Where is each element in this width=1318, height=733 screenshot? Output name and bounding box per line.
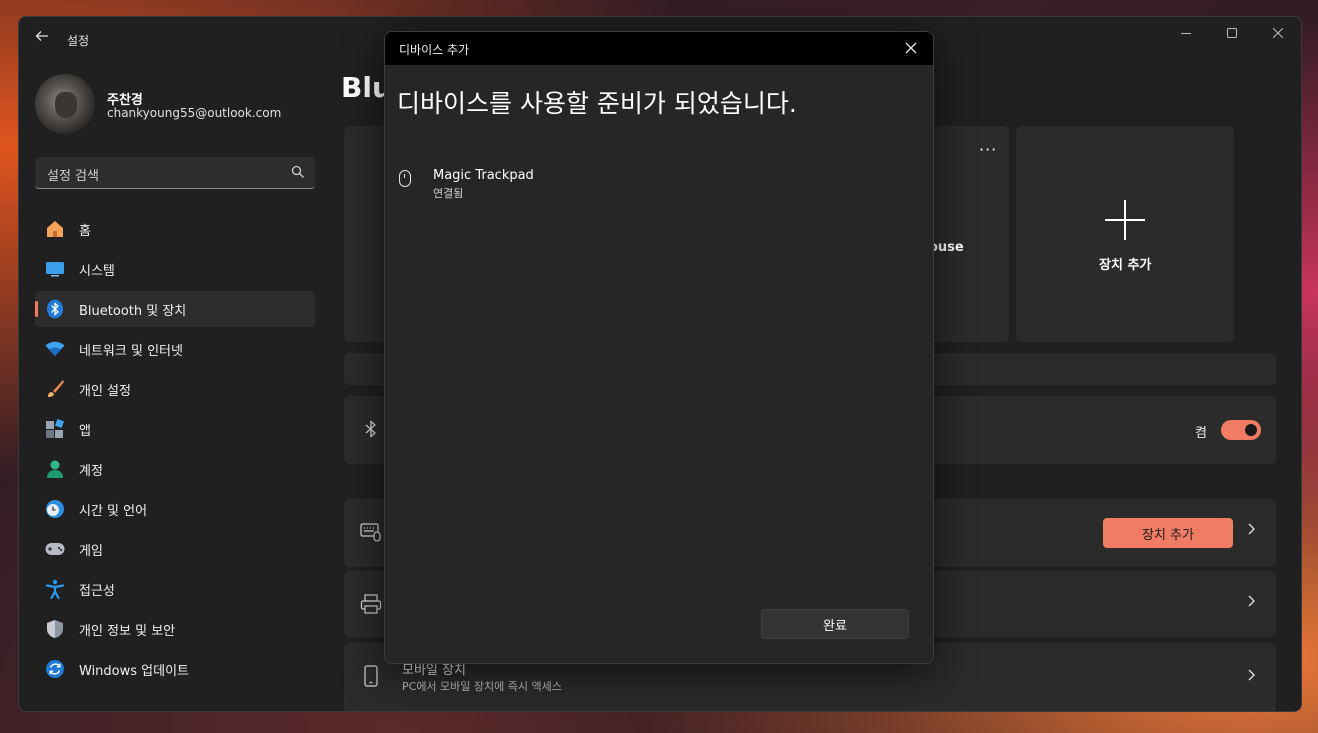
sidebar-item-apps[interactable]: 앱 [35,411,315,447]
sidebar-item-privacy[interactable]: 개인 정보 및 보안 [35,611,315,647]
sidebar-item-network[interactable]: 네트워크 및 인터넷 [35,331,315,367]
update-icon [45,659,65,679]
sidebar-item-windows-update[interactable]: Windows 업데이트 [35,651,315,687]
sidebar-item-bluetooth[interactable]: Bluetooth 및 장치 [35,291,315,327]
sidebar-item-label: 네트워크 및 인터넷 [79,343,183,359]
back-arrow-icon [35,31,48,41]
add-device-dialog: 디바이스 추가 디바이스를 사용할 준비가 되었습니다. Magic Track… [384,31,934,664]
chevron-right-icon[interactable] [1246,521,1256,540]
minimize-button[interactable] [1163,17,1209,49]
mouse-icon [399,170,411,187]
sidebar-item-label: 앱 [79,423,91,439]
search-placeholder: 설정 검색 [47,169,99,184]
sidebar-item-system[interactable]: 시스템 [35,251,315,287]
minimize-icon [1181,33,1191,34]
dialog-title: 디바이스 추가 [399,43,470,57]
bluetooth-toggle[interactable] [1221,420,1261,440]
plus-icon [1105,200,1145,240]
window-controls [1163,17,1301,49]
maximize-button[interactable] [1209,17,1255,49]
dialog-close-button[interactable] [901,39,921,59]
sidebar-item-label: 계정 [79,463,103,479]
sidebar-item-time-language[interactable]: 시간 및 언어 [35,491,315,527]
printer-icon [360,594,382,614]
maximize-icon [1227,28,1237,38]
sidebar-item-label: 시간 및 언어 [79,503,148,519]
close-icon [1273,28,1283,38]
add-device-button[interactable]: 장치 추가 [1103,518,1233,548]
dialog-heading: 디바이스를 사용할 준비가 되었습니다. [397,89,797,118]
sidebar-item-label: 홈 [79,223,91,239]
search-icon [291,165,304,178]
sidebar-item-label: Bluetooth 및 장치 [79,303,187,319]
sidebar-item-label: 개인 정보 및 보안 [79,623,176,639]
bluetooth-icon [45,299,65,319]
avatar[interactable] [35,74,95,134]
clock-globe-icon [45,499,65,519]
account-icon [45,459,65,479]
sidebar-item-accounts[interactable]: 계정 [35,451,315,487]
keyboard-mouse-icon [360,523,381,542]
sidebar-item-gaming[interactable]: 게임 [35,531,315,567]
system-icon [45,259,65,279]
search-input[interactable]: 설정 검색 [35,157,315,189]
back-button[interactable] [33,29,51,47]
dialog-body [385,65,933,663]
connected-device-item[interactable]: Magic Trackpad 연결됨 [399,168,799,202]
sidebar-item-label: 접근성 [79,583,115,599]
sidebar-item-accessibility[interactable]: 접근성 [35,571,315,607]
sidebar-item-label: 개인 설정 [79,383,131,399]
brush-icon [45,379,65,399]
mobile-devices-subtitle: PC에서 모바일 장치에 즉시 액세스 [402,680,562,693]
add-device-tile[interactable]: 장치 추가 [1016,126,1234,342]
accessibility-icon [45,579,65,599]
add-device-tile-label: 장치 추가 [1099,258,1152,273]
bluetooth-state-label: 켬 [1195,426,1207,441]
phone-icon [364,665,378,687]
more-options-icon[interactable]: ··· [979,140,997,159]
user-email: chankyoung55@outlook.com [107,106,282,120]
device-tile-label: ouse [929,240,964,255]
device-status: 연결됨 [433,187,464,200]
dialog-title-bar: 디바이스 추가 [385,32,933,65]
sidebar-item-label: 시스템 [79,263,115,279]
sidebar-item-label: Windows 업데이트 [79,663,190,679]
gamepad-icon [45,539,65,559]
close-button[interactable] [1255,17,1301,49]
wifi-icon [45,339,65,359]
close-icon [905,42,917,54]
chevron-right-icon[interactable] [1246,593,1256,612]
home-icon [45,219,65,239]
chevron-right-icon[interactable] [1246,667,1256,686]
sidebar-item-personalization[interactable]: 개인 설정 [35,371,315,407]
sidebar-nav: 홈 시스템 Bluetooth 및 장치 네트워크 및 인터넷 개인 설정 앱 … [35,211,315,691]
app-title: 설정 [67,34,90,48]
done-button[interactable]: 완료 [761,609,909,639]
sidebar-item-home[interactable]: 홈 [35,211,315,247]
apps-icon [45,419,65,439]
device-name: Magic Trackpad [433,168,534,183]
shield-icon [45,619,65,639]
bluetooth-icon [365,420,376,438]
sidebar-item-label: 게임 [79,543,103,559]
